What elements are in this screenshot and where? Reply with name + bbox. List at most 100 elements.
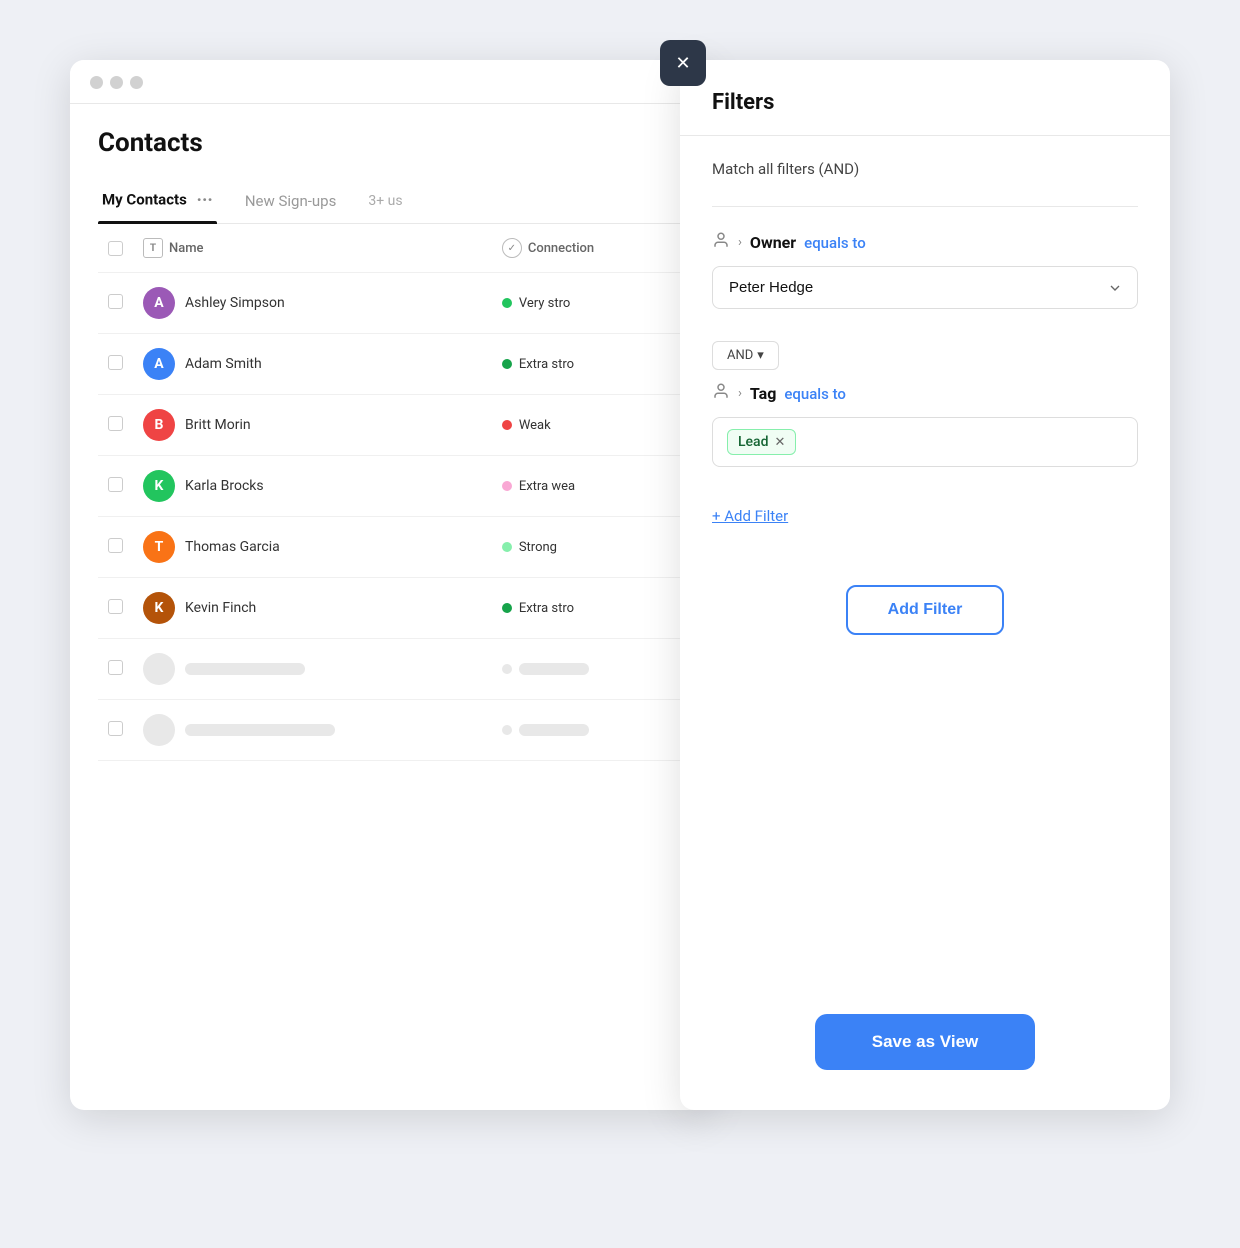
tag-chevron-icon: › [738, 386, 742, 401]
tabs-bar: My Contacts ··· New Sign-ups 3+ us [98, 180, 682, 224]
strength-dot [502, 542, 512, 552]
skeleton-strength-cell [492, 700, 682, 761]
row-checkbox-cell [98, 456, 133, 517]
row-checkbox[interactable] [108, 599, 123, 614]
tag-input-area[interactable]: Lead ✕ [712, 417, 1138, 467]
skeleton-name-cell [133, 700, 492, 761]
page-title: Contacts [98, 128, 682, 158]
close-button[interactable]: ✕ [660, 40, 706, 86]
tag-chip-remove-icon[interactable]: ✕ [775, 435, 786, 450]
row-name-cell: A Adam Smith [133, 334, 492, 395]
row-checkbox-cell [98, 273, 133, 334]
strength-label: Strong [519, 540, 557, 555]
and-badge[interactable]: AND ▾ [712, 341, 779, 370]
tag-op-label: equals to [784, 385, 846, 403]
filter-tag-label-row: › Tag equals to [712, 382, 1138, 405]
filter-tag-row: › Tag equals to Lead ✕ [712, 382, 1138, 467]
row-name-cell: K Kevin Finch [133, 578, 492, 639]
table-row: B Britt Morin Weak [98, 395, 682, 456]
contact-name: Karla Brocks [185, 478, 264, 494]
connection-icon: ✓ [502, 238, 522, 258]
row-strength-cell: Very stro [492, 273, 682, 334]
skeleton-row [98, 639, 682, 700]
row-name-cell: T Thomas Garcia [133, 517, 492, 578]
contact-avatar: K [143, 592, 175, 624]
tab-new-signups[interactable]: New Sign-ups [241, 182, 341, 222]
skeleton-checkbox [108, 721, 123, 736]
owner-chevron-icon: › [738, 235, 742, 250]
contact-avatar: B [143, 409, 175, 441]
traffic-light-close [90, 76, 103, 89]
skeleton-avatar [143, 653, 175, 685]
match-all-label: Match all filters (AND) [712, 160, 1138, 178]
skeleton-checkbox [108, 660, 123, 675]
app-window: Contacts My Contacts ··· New Sign-ups 3+… [70, 60, 710, 1110]
row-strength-cell: Strong [492, 517, 682, 578]
table-row: K Karla Brocks Extra wea [98, 456, 682, 517]
skeleton-dot [502, 664, 512, 674]
strength-label: Extra wea [519, 479, 575, 494]
contact-name: Ashley Simpson [185, 295, 285, 311]
contact-name: Adam Smith [185, 356, 262, 372]
owner-field-label: Owner [750, 233, 796, 252]
add-filter-button[interactable]: Add Filter [846, 585, 1005, 635]
owner-select[interactable]: Peter Hedge [712, 266, 1138, 309]
row-checkbox[interactable] [108, 538, 123, 553]
row-name-cell: K Karla Brocks [133, 456, 492, 517]
th-connection: ✓ Connection [492, 224, 682, 273]
strength-dot [502, 481, 512, 491]
skeleton-row [98, 700, 682, 761]
row-strength-cell: Extra stro [492, 334, 682, 395]
th-name: T Name [133, 224, 492, 273]
row-name-cell: A Ashley Simpson [133, 273, 492, 334]
filters-panel: ✕ Filters Match all filters (AND) › Owne… [680, 60, 1170, 1110]
contact-avatar: A [143, 348, 175, 380]
tag-chip-lead: Lead ✕ [727, 429, 796, 455]
skeleton-strength [519, 724, 589, 736]
skeleton-name [185, 724, 335, 736]
contact-avatar: K [143, 470, 175, 502]
header-checkbox[interactable] [108, 241, 123, 256]
table-row: A Adam Smith Extra stro [98, 334, 682, 395]
skeleton-avatar [143, 714, 175, 746]
strength-label: Very stro [519, 296, 570, 311]
save-view-button[interactable]: Save as View [815, 1014, 1035, 1070]
contact-avatar: A [143, 287, 175, 319]
and-chevron-icon: ▾ [757, 348, 764, 363]
strength-dot [502, 298, 512, 308]
strength-label: Extra stro [519, 601, 574, 616]
contact-name: Thomas Garcia [185, 539, 280, 555]
skeleton-name [185, 663, 305, 675]
strength-label: Extra stro [519, 357, 574, 372]
row-checkbox[interactable] [108, 477, 123, 492]
th-checkbox [98, 224, 133, 273]
tab-more[interactable]: 3+ us [364, 183, 406, 221]
row-checkbox[interactable] [108, 416, 123, 431]
row-checkbox-cell [98, 334, 133, 395]
divider-1 [712, 206, 1138, 207]
contact-name: Kevin Finch [185, 600, 256, 616]
row-checkbox[interactable] [108, 294, 123, 309]
filter-owner-label-row: › Owner equals to [712, 231, 1138, 254]
table-row: T Thomas Garcia Strong [98, 517, 682, 578]
skeleton-checkbox-cell [98, 639, 133, 700]
add-filter-link[interactable]: + Add Filter [712, 507, 788, 525]
row-name-cell: B Britt Morin [133, 395, 492, 456]
strength-dot [502, 420, 512, 430]
filters-header: Filters [680, 60, 1170, 136]
row-checkbox[interactable] [108, 355, 123, 370]
traffic-light-fullscreen [130, 76, 143, 89]
tab-my-contacts[interactable]: My Contacts ··· [98, 180, 217, 223]
traffic-lights [90, 76, 143, 89]
strength-dot [502, 603, 512, 613]
filters-title: Filters [712, 90, 1138, 115]
tag-person-icon [712, 382, 730, 405]
skeleton-dot [502, 725, 512, 735]
skeleton-strength [519, 663, 589, 675]
skeleton-strength-cell [492, 639, 682, 700]
tab-options-icon[interactable]: ··· [197, 190, 213, 211]
table-row: K Kevin Finch Extra stro [98, 578, 682, 639]
row-strength-cell: Extra wea [492, 456, 682, 517]
contact-name: Britt Morin [185, 417, 251, 433]
strength-dot [502, 359, 512, 369]
